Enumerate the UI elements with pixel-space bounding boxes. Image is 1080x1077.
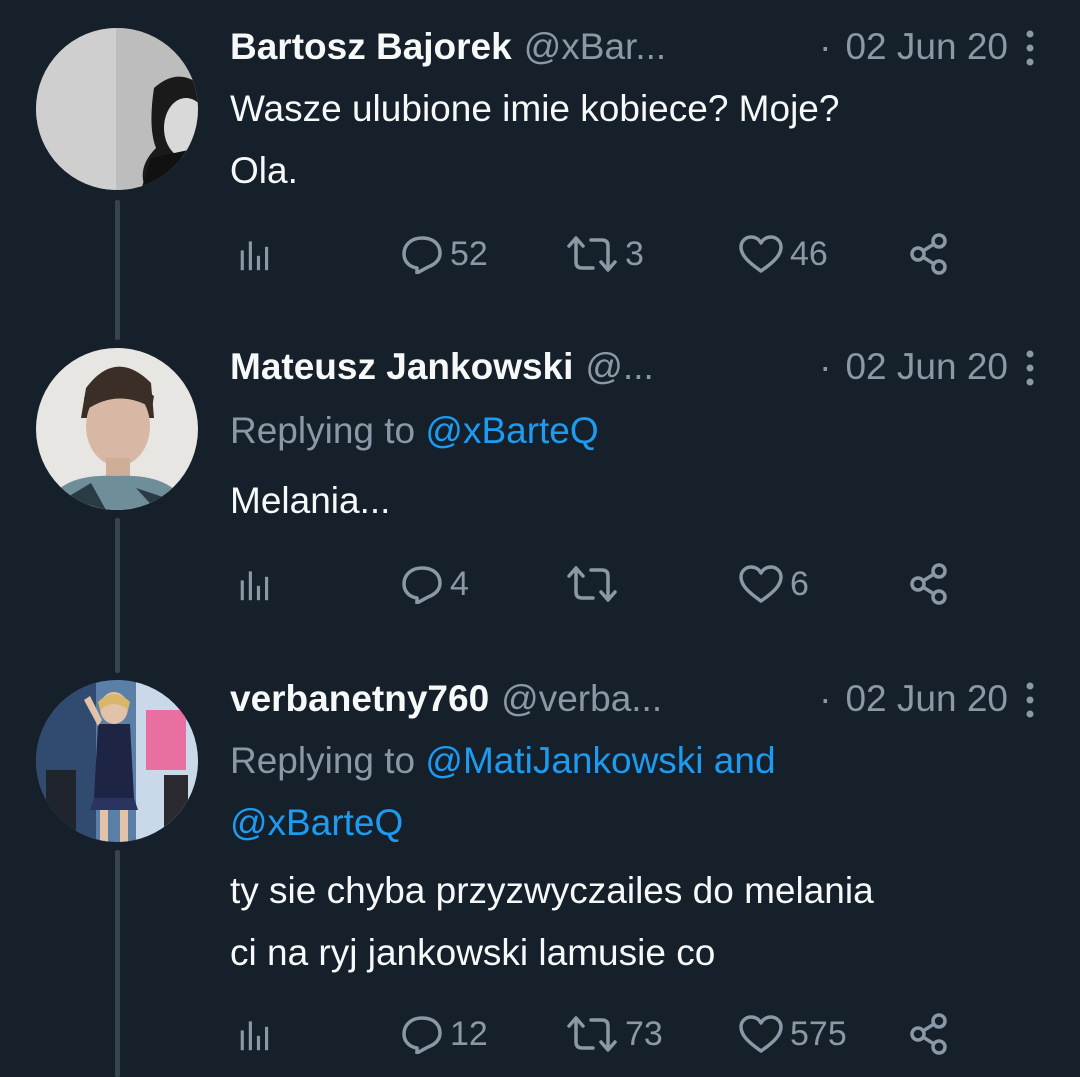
tweet-text: ty sie chyba przyzwyczailes do melania c… — [230, 860, 1020, 984]
mention-link[interactable]: @MatiJankowski and — [425, 740, 775, 781]
analytics-icon — [238, 234, 274, 274]
analytics-button[interactable] — [238, 560, 274, 608]
tweet-text: Melania... — [230, 470, 1020, 532]
like-button[interactable]: 46 — [738, 230, 828, 278]
like-count: 6 — [790, 564, 809, 603]
retweet-icon — [565, 564, 619, 604]
like-count: 575 — [790, 1014, 847, 1053]
like-count: 46 — [790, 234, 828, 273]
share-icon — [908, 232, 952, 276]
tweet[interactable]: Mateusz Jankowski @... · 02 Jun 20 Reply… — [0, 340, 1080, 670]
reply-count: 4 — [450, 564, 469, 603]
mention-link[interactable]: @xBarteQ — [230, 792, 960, 854]
retweet-icon — [565, 1014, 619, 1054]
tweet-text-line: Ola. — [230, 150, 298, 191]
tweet-text: Wasze ulubione imie kobiece? Moje? Ola. — [230, 78, 1020, 202]
like-icon — [738, 234, 784, 274]
analytics-icon — [238, 1014, 274, 1054]
share-icon — [908, 562, 952, 606]
replying-to: Replying to @MatiJankowski and @xBarteQ — [230, 730, 960, 854]
reply-icon — [400, 564, 444, 604]
tweet-date[interactable]: 02 Jun 20 — [845, 678, 1008, 720]
like-button[interactable]: 575 — [738, 1010, 847, 1058]
analytics-icon — [238, 564, 274, 604]
avatar[interactable] — [36, 348, 198, 510]
reply-count: 12 — [450, 1014, 488, 1053]
avatar[interactable] — [36, 28, 198, 190]
more-icon[interactable] — [1024, 680, 1036, 720]
action-bar: 52 3 46 — [230, 230, 970, 278]
share-button[interactable] — [908, 1010, 952, 1058]
share-button[interactable] — [908, 560, 952, 608]
like-button[interactable]: 6 — [738, 560, 809, 608]
tweet-text-line: Wasze ulubione imie kobiece? Moje? — [230, 88, 840, 129]
share-icon — [908, 1012, 952, 1056]
author-name[interactable]: Bartosz Bajorek — [230, 26, 512, 68]
tweet-text-line: ci na ryj jankowski lamusie co — [230, 932, 716, 973]
retweet-button[interactable] — [565, 560, 625, 608]
retweet-button[interactable]: 73 — [565, 1010, 663, 1058]
tweet[interactable]: Bartosz Bajorek @xBar... · 02 Jun 20 Was… — [0, 0, 1080, 330]
author-name[interactable]: verbanetny760 — [230, 678, 489, 720]
separator-dot: · — [819, 26, 832, 67]
action-bar: 4 6 — [230, 560, 970, 608]
author-handle[interactable]: @... — [585, 346, 653, 388]
more-icon[interactable] — [1024, 348, 1036, 388]
author-name[interactable]: Mateusz Jankowski — [230, 346, 573, 388]
retweet-count: 3 — [625, 234, 644, 273]
analytics-button[interactable] — [238, 1010, 274, 1058]
share-button[interactable] — [908, 230, 952, 278]
reply-button[interactable]: 52 — [400, 230, 488, 278]
reply-button[interactable]: 4 — [400, 560, 469, 608]
replying-prefix: Replying to — [230, 740, 416, 781]
like-icon — [738, 564, 784, 604]
retweet-icon — [565, 234, 619, 274]
author-handle[interactable]: @verba... — [501, 678, 662, 720]
action-bar: 12 73 575 — [230, 1010, 970, 1058]
replying-to: Replying to @xBarteQ — [230, 400, 960, 462]
analytics-button[interactable] — [238, 230, 274, 278]
mention-link[interactable]: @xBarteQ — [425, 410, 598, 451]
reply-button[interactable]: 12 — [400, 1010, 488, 1058]
author-handle[interactable]: @xBar... — [524, 26, 666, 68]
retweet-count: 73 — [625, 1014, 663, 1053]
reply-count: 52 — [450, 234, 488, 273]
reply-icon — [400, 234, 444, 274]
separator-dot: · — [819, 346, 832, 387]
like-icon — [738, 1014, 784, 1054]
tweet-date[interactable]: 02 Jun 20 — [845, 26, 1008, 68]
more-icon[interactable] — [1024, 28, 1036, 68]
tweet-text-line: ty sie chyba przyzwyczailes do melania — [230, 870, 874, 911]
replying-prefix: Replying to — [230, 410, 416, 451]
reply-icon — [400, 1014, 444, 1054]
tweet-date[interactable]: 02 Jun 20 — [845, 346, 1008, 388]
separator-dot: · — [819, 678, 832, 719]
tweet[interactable]: verbanetny760 @verba... · 02 Jun 20 Repl… — [0, 672, 1080, 1077]
retweet-button[interactable]: 3 — [565, 230, 644, 278]
avatar[interactable] — [36, 680, 198, 842]
tweet-text-line: Melania... — [230, 480, 391, 521]
